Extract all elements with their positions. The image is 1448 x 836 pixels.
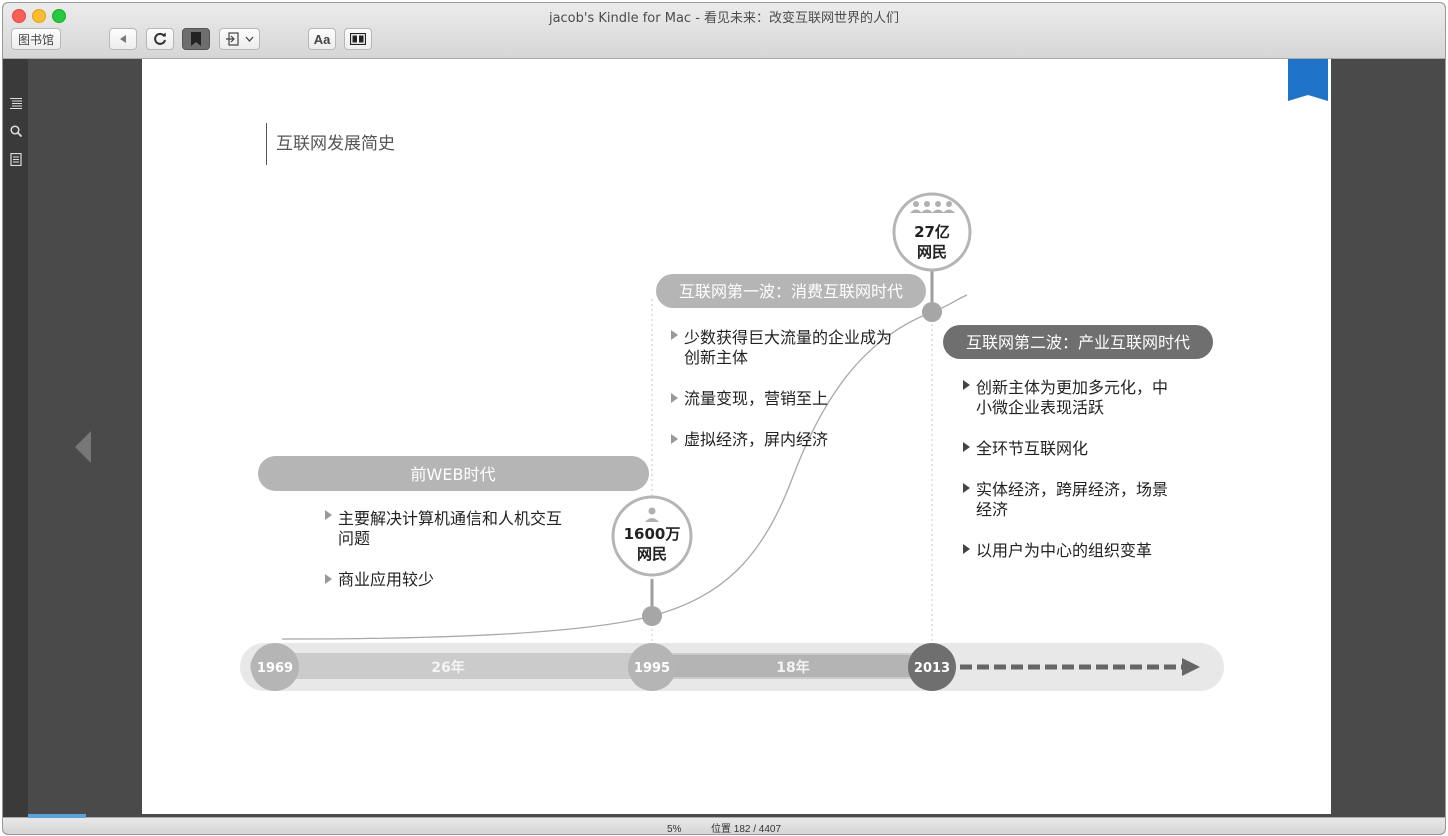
milestone-1-dot [642, 606, 662, 626]
bullet-triangle-icon [671, 330, 678, 340]
year-label-1969: 1969 [257, 661, 293, 676]
bookmark-button[interactable] [182, 28, 210, 50]
span-label-2: 18年 [776, 659, 809, 676]
era-0-bullet-1: 商业应用较少 [338, 570, 434, 589]
era-label-pre-web: 前WEB时代 [411, 465, 496, 484]
kindle-window: jacob's Kindle for Mac - 看见未来：改变互联网世界的人们… [3, 3, 1445, 834]
milestone-1-unit: 网民 [637, 545, 667, 563]
era-label-industrial: 互联网第二波：产业互联网时代 [966, 333, 1190, 352]
bullet-triangle-icon [671, 393, 678, 403]
era-1-bullet-2: 虚拟经济，屏内经济 [684, 430, 828, 449]
toc-button[interactable] [9, 96, 23, 110]
bullet-triangle-icon [325, 574, 332, 584]
columns-icon [350, 33, 366, 45]
milestone-2-value: 27亿 [914, 223, 950, 241]
bullet-triangle-icon [671, 434, 678, 444]
notes-button[interactable] [9, 152, 23, 166]
sync-button[interactable] [146, 28, 174, 50]
notes-icon [10, 152, 22, 166]
columns-button[interactable] [344, 28, 372, 50]
status-bar: 5% 位置 182 / 4407 [3, 814, 1445, 834]
previous-page-arrow-icon[interactable] [73, 429, 93, 465]
bullet-triangle-icon [963, 483, 970, 493]
book-page: 互联网发展简史 1600万 网民 27亿 网民 前WEB时代 互联网第一波：消费… [142, 59, 1331, 814]
era-2-bullet-1: 全环节互联网化 [976, 439, 1088, 458]
era-0-bullet-0-line-1: 问题 [338, 529, 370, 548]
bookmark-icon [191, 32, 201, 46]
milestone-2-unit: 网民 [917, 243, 947, 261]
era-2-bullet-3: 以用户为中心的组织变革 [976, 541, 1152, 560]
bullet-triangle-icon [963, 442, 970, 452]
era-2-bullet-2-line-0: 实体经济，跨屏经济，场景 [976, 480, 1168, 499]
milestone-1-value: 1600万 [624, 525, 681, 543]
reading-progress-bar[interactable] [28, 814, 86, 818]
era-2-bullet-2-line-1: 经济 [976, 500, 1008, 519]
status-percent: 5% [666, 824, 682, 834]
span-label-1: 26年 [431, 659, 464, 676]
era-1-bullet-0-line-0: 少数获得巨大流量的企业成为 [684, 328, 892, 347]
goto-button[interactable] [219, 28, 260, 50]
era-2-bullet-0-line-0: 创新主体为更加多元化，中 [976, 378, 1168, 397]
bullet-triangle-icon [325, 510, 332, 520]
status-text: 5% 位置 182 / 4407 [3, 820, 1445, 834]
era-1-bullet-1: 流量变现，营销至上 [684, 389, 828, 408]
bullet-triangle-icon [963, 544, 970, 554]
era-label-consumer: 互联网第一波：消费互联网时代 [679, 282, 903, 301]
era-2-bullet-0-line-1: 小微企业表现活跃 [976, 398, 1104, 417]
search-button[interactable] [9, 124, 23, 138]
year-label-1995: 1995 [634, 661, 670, 676]
toc-icon [10, 98, 22, 109]
window-title: jacob's Kindle for Mac - 看见未来：改变互联网世界的人们 [548, 11, 900, 26]
search-icon [10, 125, 22, 137]
library-button[interactable]: 图书馆 [11, 28, 61, 50]
back-icon [120, 35, 126, 43]
year-label-2013: 2013 [914, 661, 950, 676]
sidebar [3, 59, 28, 819]
back-button[interactable] [109, 28, 137, 50]
goto-icon [225, 32, 239, 46]
status-location: 位置 182 / 4407 [710, 824, 782, 834]
sync-icon [154, 32, 166, 45]
toolbar: jacob's Kindle for Mac - 看见未来：改变互联网世界的人们… [3, 3, 1445, 59]
internet-history-diagram: 1600万 网民 27亿 网民 前WEB时代 互联网第一波：消费互联网时代 互联… [240, 192, 1224, 691]
era-1-bullet-0-line-1: 创新主体 [684, 348, 748, 367]
chevron-down-icon [245, 36, 253, 42]
milestone-2-dot [922, 302, 942, 322]
font-button[interactable]: Aa [308, 28, 336, 50]
reader-area: 互联网发展简史 1600万 网民 27亿 网民 前WEB时代 互联网第一波：消费… [28, 59, 1445, 819]
bullet-triangle-icon [963, 380, 970, 390]
era-0-bullet-0-line-0: 主要解决计算机通信和人机交互 [338, 509, 562, 528]
